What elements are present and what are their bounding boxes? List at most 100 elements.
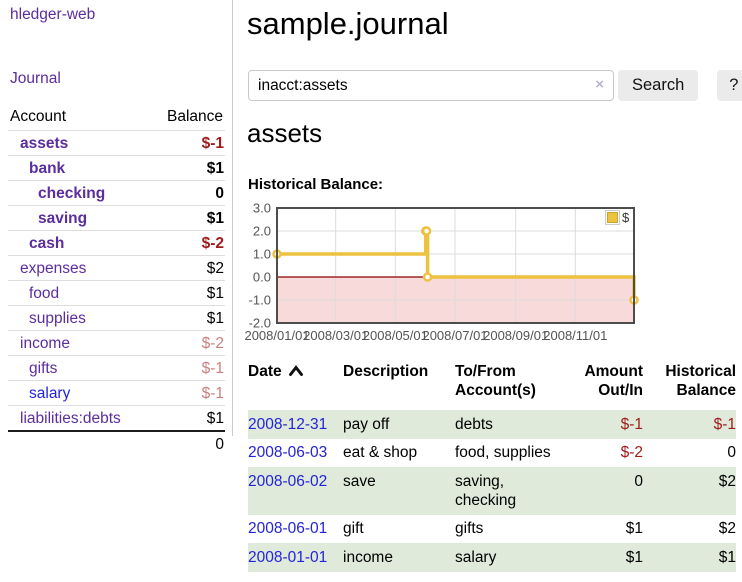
- sidebar-account-saving[interactable]: saving: [8, 209, 87, 228]
- sidebar-account-liabilities-debts[interactable]: liabilities:debts: [8, 409, 121, 428]
- chart-data-point[interactable]: [424, 274, 431, 281]
- account-balance: $2: [207, 259, 225, 278]
- account-row: checking0: [8, 180, 225, 205]
- accounts-panel: Account Balance assets$-1bank$1checking0…: [8, 106, 225, 454]
- register-column-date[interactable]: Date: [248, 360, 343, 410]
- register-column-label: Historical Balance: [665, 363, 736, 399]
- clear-search-icon[interactable]: ×: [595, 76, 604, 93]
- register-cell-amount: $1: [561, 515, 643, 544]
- chart-y-tick-label: 3.0: [253, 201, 271, 216]
- register-cell-amount: 0: [561, 467, 643, 515]
- register-column-to-from-account-s-: To/From Account(s): [455, 360, 561, 410]
- chart-y-tick-label: 0.0: [253, 270, 271, 285]
- register-date-link[interactable]: 2008-06-02: [248, 473, 327, 490]
- account-balance: $-2: [202, 234, 225, 253]
- sidebar: hledger-web Journal Account Balance asse…: [0, 0, 233, 436]
- register-column-label: Description: [343, 363, 428, 380]
- chart-x-tick-label: 2008/01/01: [244, 328, 309, 343]
- register-cell-accounts: salary: [455, 543, 561, 572]
- account-row: liabilities:debts$1: [8, 405, 225, 430]
- register-column-label: Amount Out/In: [584, 363, 643, 399]
- help-button[interactable]: ?: [717, 70, 742, 101]
- register-cell-accounts: food, supplies: [455, 439, 561, 468]
- sidebar-account-salary[interactable]: salary: [8, 384, 70, 403]
- chart-legend-label: $: [622, 210, 630, 225]
- page-title: sample.journal: [247, 6, 449, 42]
- chart-title: Historical Balance:: [248, 176, 383, 193]
- sidebar-item-journal[interactable]: Journal: [10, 70, 61, 88]
- search-button[interactable]: Search: [618, 70, 698, 101]
- register-cell-description: gift: [343, 515, 455, 544]
- sidebar-account-gifts[interactable]: gifts: [8, 359, 57, 378]
- register-cell-date: 2008-06-02: [248, 467, 343, 515]
- account-row: food $1: [8, 280, 225, 305]
- register-row: 2008-06-01giftgifts$1$2: [248, 515, 736, 544]
- register-cell-balance: 0: [643, 439, 736, 468]
- chart-legend-swatch: [608, 213, 618, 223]
- sidebar-account-assets[interactable]: assets: [8, 134, 68, 153]
- account-row: cash $-2: [8, 230, 225, 255]
- register-cell-description: pay off: [343, 410, 455, 439]
- chart-y-tick-label: 1.0: [253, 247, 271, 262]
- account-balance: $1: [207, 209, 225, 228]
- chart-y-tick-label: -1.0: [249, 293, 271, 308]
- account-balance: $-1: [202, 359, 225, 378]
- chart-data-point[interactable]: [423, 228, 430, 235]
- register-cell-date: 2008-12-31: [248, 410, 343, 439]
- register-table: Date Description To/From Account(s) Amount …: [248, 360, 736, 572]
- register-column-historical-balance: Historical Balance: [643, 360, 736, 410]
- account-row: salary $-1: [8, 380, 225, 405]
- accounts-header-balance-label: Balance: [167, 108, 223, 126]
- account-balance: $1: [207, 159, 225, 178]
- account-balance: $-1: [202, 384, 225, 403]
- register-row: 2008-06-02savesaving, checking0$2: [248, 467, 736, 515]
- accounts-list: assets $-1 bank $1 checking0 saving $1 cash $-2 e…: [8, 130, 225, 430]
- register-cell-amount: $1: [561, 543, 643, 572]
- register-cell-date: 2008-06-01: [248, 515, 343, 544]
- register-cell-amount: $-1: [561, 410, 643, 439]
- register-cell-description: income: [343, 543, 455, 572]
- register-row: 2008-01-01incomesalary$1$1: [248, 543, 736, 572]
- register-header-row: Date Description To/From Account(s) Amount …: [248, 360, 736, 410]
- brand-link[interactable]: hledger-web: [10, 6, 95, 24]
- register-column-label: Date: [248, 363, 282, 380]
- register-date-link[interactable]: 2008-12-31: [248, 416, 327, 433]
- chart-y-tick-label: 2.0: [253, 224, 271, 239]
- sidebar-account-checking[interactable]: checking: [8, 184, 105, 203]
- accounts-header-account-label: Account: [10, 108, 66, 126]
- accounts-header: Account Balance: [8, 106, 225, 130]
- sidebar-account-cash[interactable]: cash: [8, 234, 64, 253]
- search-input[interactable]: [248, 70, 614, 101]
- account-balance: $-2: [202, 334, 225, 353]
- search-bar: × Search ?: [248, 70, 742, 101]
- sidebar-account-supplies[interactable]: supplies: [8, 309, 86, 328]
- register-cell-accounts: saving, checking: [455, 467, 561, 515]
- register-row: 2008-12-31pay offdebts$-1$-1: [248, 410, 736, 439]
- account-balance: $1: [207, 284, 225, 303]
- chart-x-tick-label: 2008/11/01: [543, 328, 607, 343]
- historical-balance-chart-canvas[interactable]: $3.02.01.00.0-1.0-2.02008/01/012008/03/0…: [248, 201, 742, 349]
- account-balance: $-1: [202, 134, 225, 153]
- register-column-label: To/From Account(s): [455, 363, 536, 399]
- account-row: supplies $1: [8, 305, 225, 330]
- sidebar-account-bank[interactable]: bank: [8, 159, 65, 178]
- register-date-link[interactable]: 2008-06-03: [248, 444, 327, 461]
- account-balance: $1: [207, 309, 225, 328]
- register-cell-date: 2008-06-03: [248, 439, 343, 468]
- accounts-total: 0: [8, 430, 225, 454]
- chart-x-tick-label: 2008/03/01: [303, 328, 368, 343]
- sidebar-account-food[interactable]: food: [8, 284, 59, 303]
- register-cell-description: save: [343, 467, 455, 515]
- account-row: expenses $2: [8, 255, 225, 280]
- sort-asc-chevron-up-icon: [288, 365, 304, 377]
- register-date-link[interactable]: 2008-06-01: [248, 520, 327, 537]
- register-date-link[interactable]: 2008-01-01: [248, 549, 327, 566]
- register-cell-amount: $-2: [561, 439, 643, 468]
- chart-x-tick-label: 2008/07/01: [422, 328, 487, 343]
- sidebar-account-expenses[interactable]: expenses: [8, 259, 86, 278]
- register-cell-balance: $2: [643, 515, 736, 544]
- account-row: assets $-1: [8, 130, 225, 155]
- sidebar-account-income[interactable]: income: [8, 334, 70, 353]
- historical-balance-chart: $3.02.01.00.0-1.0-2.02008/01/012008/03/0…: [248, 201, 742, 349]
- account-row: gifts $-1: [8, 355, 225, 380]
